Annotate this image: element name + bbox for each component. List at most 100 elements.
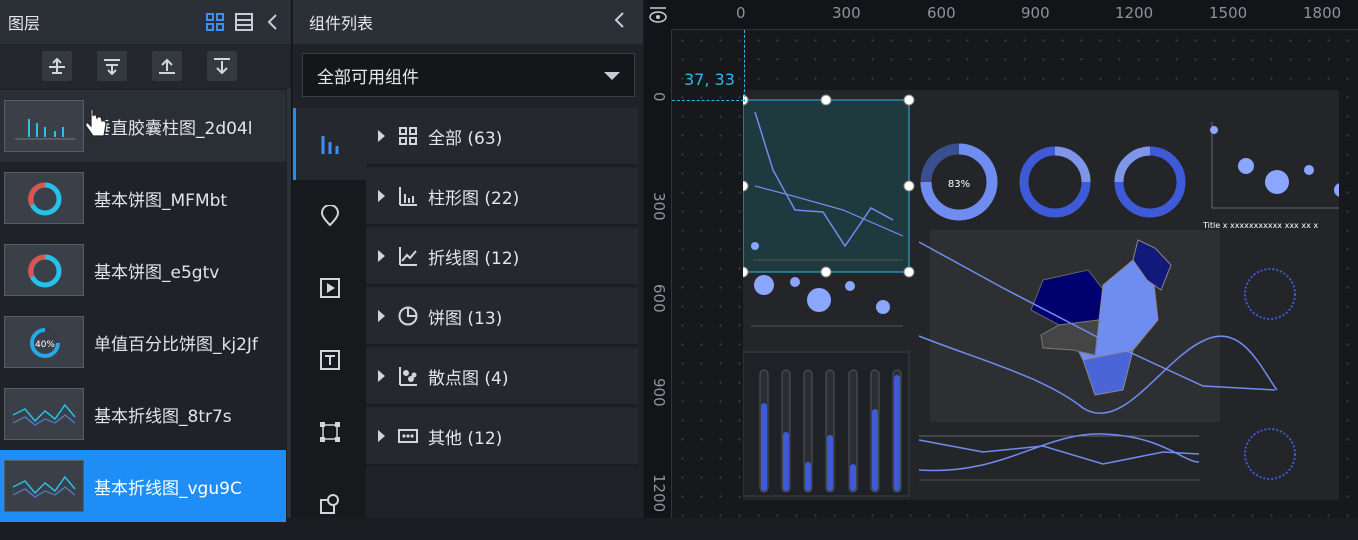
widget-icon[interactable] xyxy=(293,468,366,540)
ruler-tick: 900 xyxy=(1021,4,1050,22)
category-scatter[interactable]: 散点图 (4) xyxy=(366,348,638,406)
select-value: 全部可用组件 xyxy=(317,67,419,88)
pct-text: 40% xyxy=(35,340,55,350)
board-content: 83% Title x xxxxxxxxxxx xxx xx x xyxy=(737,94,1348,497)
ruler-tick: 600 xyxy=(650,284,668,313)
layer-item[interactable]: 基本饼图_MFMbt xyxy=(0,162,286,234)
bar-chart-icon xyxy=(399,187,417,206)
guide-line-h xyxy=(672,100,744,101)
layer-thumbnail xyxy=(4,244,84,296)
layer-toolbar xyxy=(0,44,291,88)
ruler-tick: 1200 xyxy=(650,474,668,513)
pie-chart-icon xyxy=(398,306,418,326)
resize-handle xyxy=(903,266,915,278)
layer-label: 基本饼图_e5gtv xyxy=(94,262,220,283)
collapse-left-icon[interactable] xyxy=(613,11,627,33)
layer-thumbnail xyxy=(4,172,84,224)
layer-label: 垂直胶囊柱图_2d04l xyxy=(94,118,253,139)
layer-thumbnail: 40% xyxy=(4,316,84,368)
layers-panel: 图层 垂直胶囊柱图_2d04l 基本饼图_MFMbt 基本饼图_e5gtv 40… xyxy=(0,0,292,522)
layer-thumbnail xyxy=(4,460,84,512)
grid-icon xyxy=(399,127,417,145)
category-all[interactable]: 全部 (63) xyxy=(366,108,638,166)
grid-view-icon[interactable] xyxy=(205,12,225,32)
move-up-icon[interactable] xyxy=(42,51,72,81)
resize-handle xyxy=(820,266,832,278)
resize-handle xyxy=(820,94,832,106)
eye-icon xyxy=(649,7,667,23)
scatter-title: Title x xxxxxxxxxxx xxx xx x xyxy=(1202,221,1318,230)
move-top-icon[interactable] xyxy=(152,51,182,81)
category-bar[interactable]: 柱形图 (22) xyxy=(366,168,638,226)
scatter-chart-icon xyxy=(399,367,417,386)
category-other[interactable]: 其他 (12) xyxy=(366,408,638,466)
line-chart-icon xyxy=(399,247,417,266)
text-icon[interactable] xyxy=(293,324,366,396)
layers-scrollbar[interactable] xyxy=(287,88,291,518)
resize-handle xyxy=(903,180,915,192)
chevron-right-icon xyxy=(378,370,385,382)
collapse-left-icon[interactable] xyxy=(263,12,283,32)
ruler-tick: 300 xyxy=(650,192,668,221)
chevron-right-icon xyxy=(378,190,385,202)
selected-line-chart xyxy=(742,99,910,273)
category-label: 其他 (12) xyxy=(428,428,503,449)
map-pin-icon[interactable] xyxy=(293,180,366,252)
chevron-down-icon xyxy=(604,72,620,80)
list-view-icon[interactable] xyxy=(234,12,254,32)
selection-frame-icon[interactable] xyxy=(293,396,366,468)
component-title: 组件列表 xyxy=(309,14,374,33)
ruler-tick: 1800 xyxy=(1303,4,1342,22)
layer-item[interactable]: 基本饼图_e5gtv xyxy=(0,234,286,306)
category-label: 散点图 (4) xyxy=(428,368,509,389)
layers-header: 图层 xyxy=(0,0,291,44)
layer-label: 单值百分比饼图_kj2Jf xyxy=(94,334,258,355)
layer-label: 基本折线图_vgu9C xyxy=(94,478,242,499)
ruler-vertical: 0 300 600 900 1200 xyxy=(644,30,672,518)
category-line[interactable]: 折线图 (12) xyxy=(366,228,638,286)
ruler-tick: 0 xyxy=(736,4,746,22)
move-down-icon[interactable] xyxy=(97,51,127,81)
guide-line-v xyxy=(744,30,745,102)
cursor-hand-icon xyxy=(84,108,108,144)
category-label: 全部 (63) xyxy=(428,128,503,149)
ruler-tick: 300 xyxy=(832,4,861,22)
component-type-sidebar xyxy=(293,108,366,518)
chevron-right-icon xyxy=(378,250,385,262)
component-filter-select[interactable]: 全部可用组件 xyxy=(302,53,635,97)
chart-type-icon[interactable] xyxy=(293,108,366,180)
position-readout: 37, 33 xyxy=(684,70,735,89)
ruler-tick: 1200 xyxy=(1115,4,1154,22)
ruler-tick: 0 xyxy=(650,92,668,102)
layers-title: 图层 xyxy=(8,14,41,33)
category-label: 柱形图 (22) xyxy=(428,188,520,209)
chevron-right-icon xyxy=(378,430,385,442)
layer-thumbnail xyxy=(4,100,84,152)
media-icon[interactable] xyxy=(293,252,366,324)
ruler-tick: 1500 xyxy=(1209,4,1248,22)
layer-item[interactable]: 40% 单值百分比饼图_kj2Jf xyxy=(0,306,286,378)
design-canvas[interactable]: 83% Title x xxxxxxxxxxx xxx xx x 37, 33 … xyxy=(644,0,1358,518)
layer-label: 基本饼图_MFMbt xyxy=(94,190,228,211)
layer-item[interactable]: 基本折线图_8tr7s xyxy=(0,378,286,450)
component-header: 组件列表 xyxy=(293,0,643,44)
layer-thumbnail xyxy=(4,388,84,440)
ruler-corner[interactable] xyxy=(644,0,672,30)
move-bottom-icon[interactable] xyxy=(207,51,237,81)
dashboard-board: 83% Title x xxxxxxxxxxx xxx xx x xyxy=(737,90,1348,500)
layer-label: 基本折线图_8tr7s xyxy=(94,406,232,427)
category-label: 折线图 (12) xyxy=(428,248,520,269)
ruler-horizontal: 0 300 600 900 1200 1500 1800 xyxy=(644,0,1358,30)
more-icon xyxy=(398,429,418,443)
chevron-right-icon xyxy=(378,310,385,322)
category-pie[interactable]: 饼图 (13) xyxy=(366,288,638,346)
resize-handle xyxy=(903,94,915,106)
ruler-tick: 900 xyxy=(650,378,668,407)
donut-label: 83% xyxy=(948,179,970,190)
layer-item[interactable]: 垂直胶囊柱图_2d04l xyxy=(0,90,286,162)
component-panel: 组件列表 全部可用组件 全部 (63) 柱形图 (22) 折线图 (12) 饼图… xyxy=(293,0,643,518)
chevron-right-icon xyxy=(378,130,385,142)
ruler-tick: 600 xyxy=(927,4,956,22)
layer-item-selected[interactable]: 基本折线图_vgu9C xyxy=(0,450,286,522)
category-label: 饼图 (13) xyxy=(428,308,503,329)
